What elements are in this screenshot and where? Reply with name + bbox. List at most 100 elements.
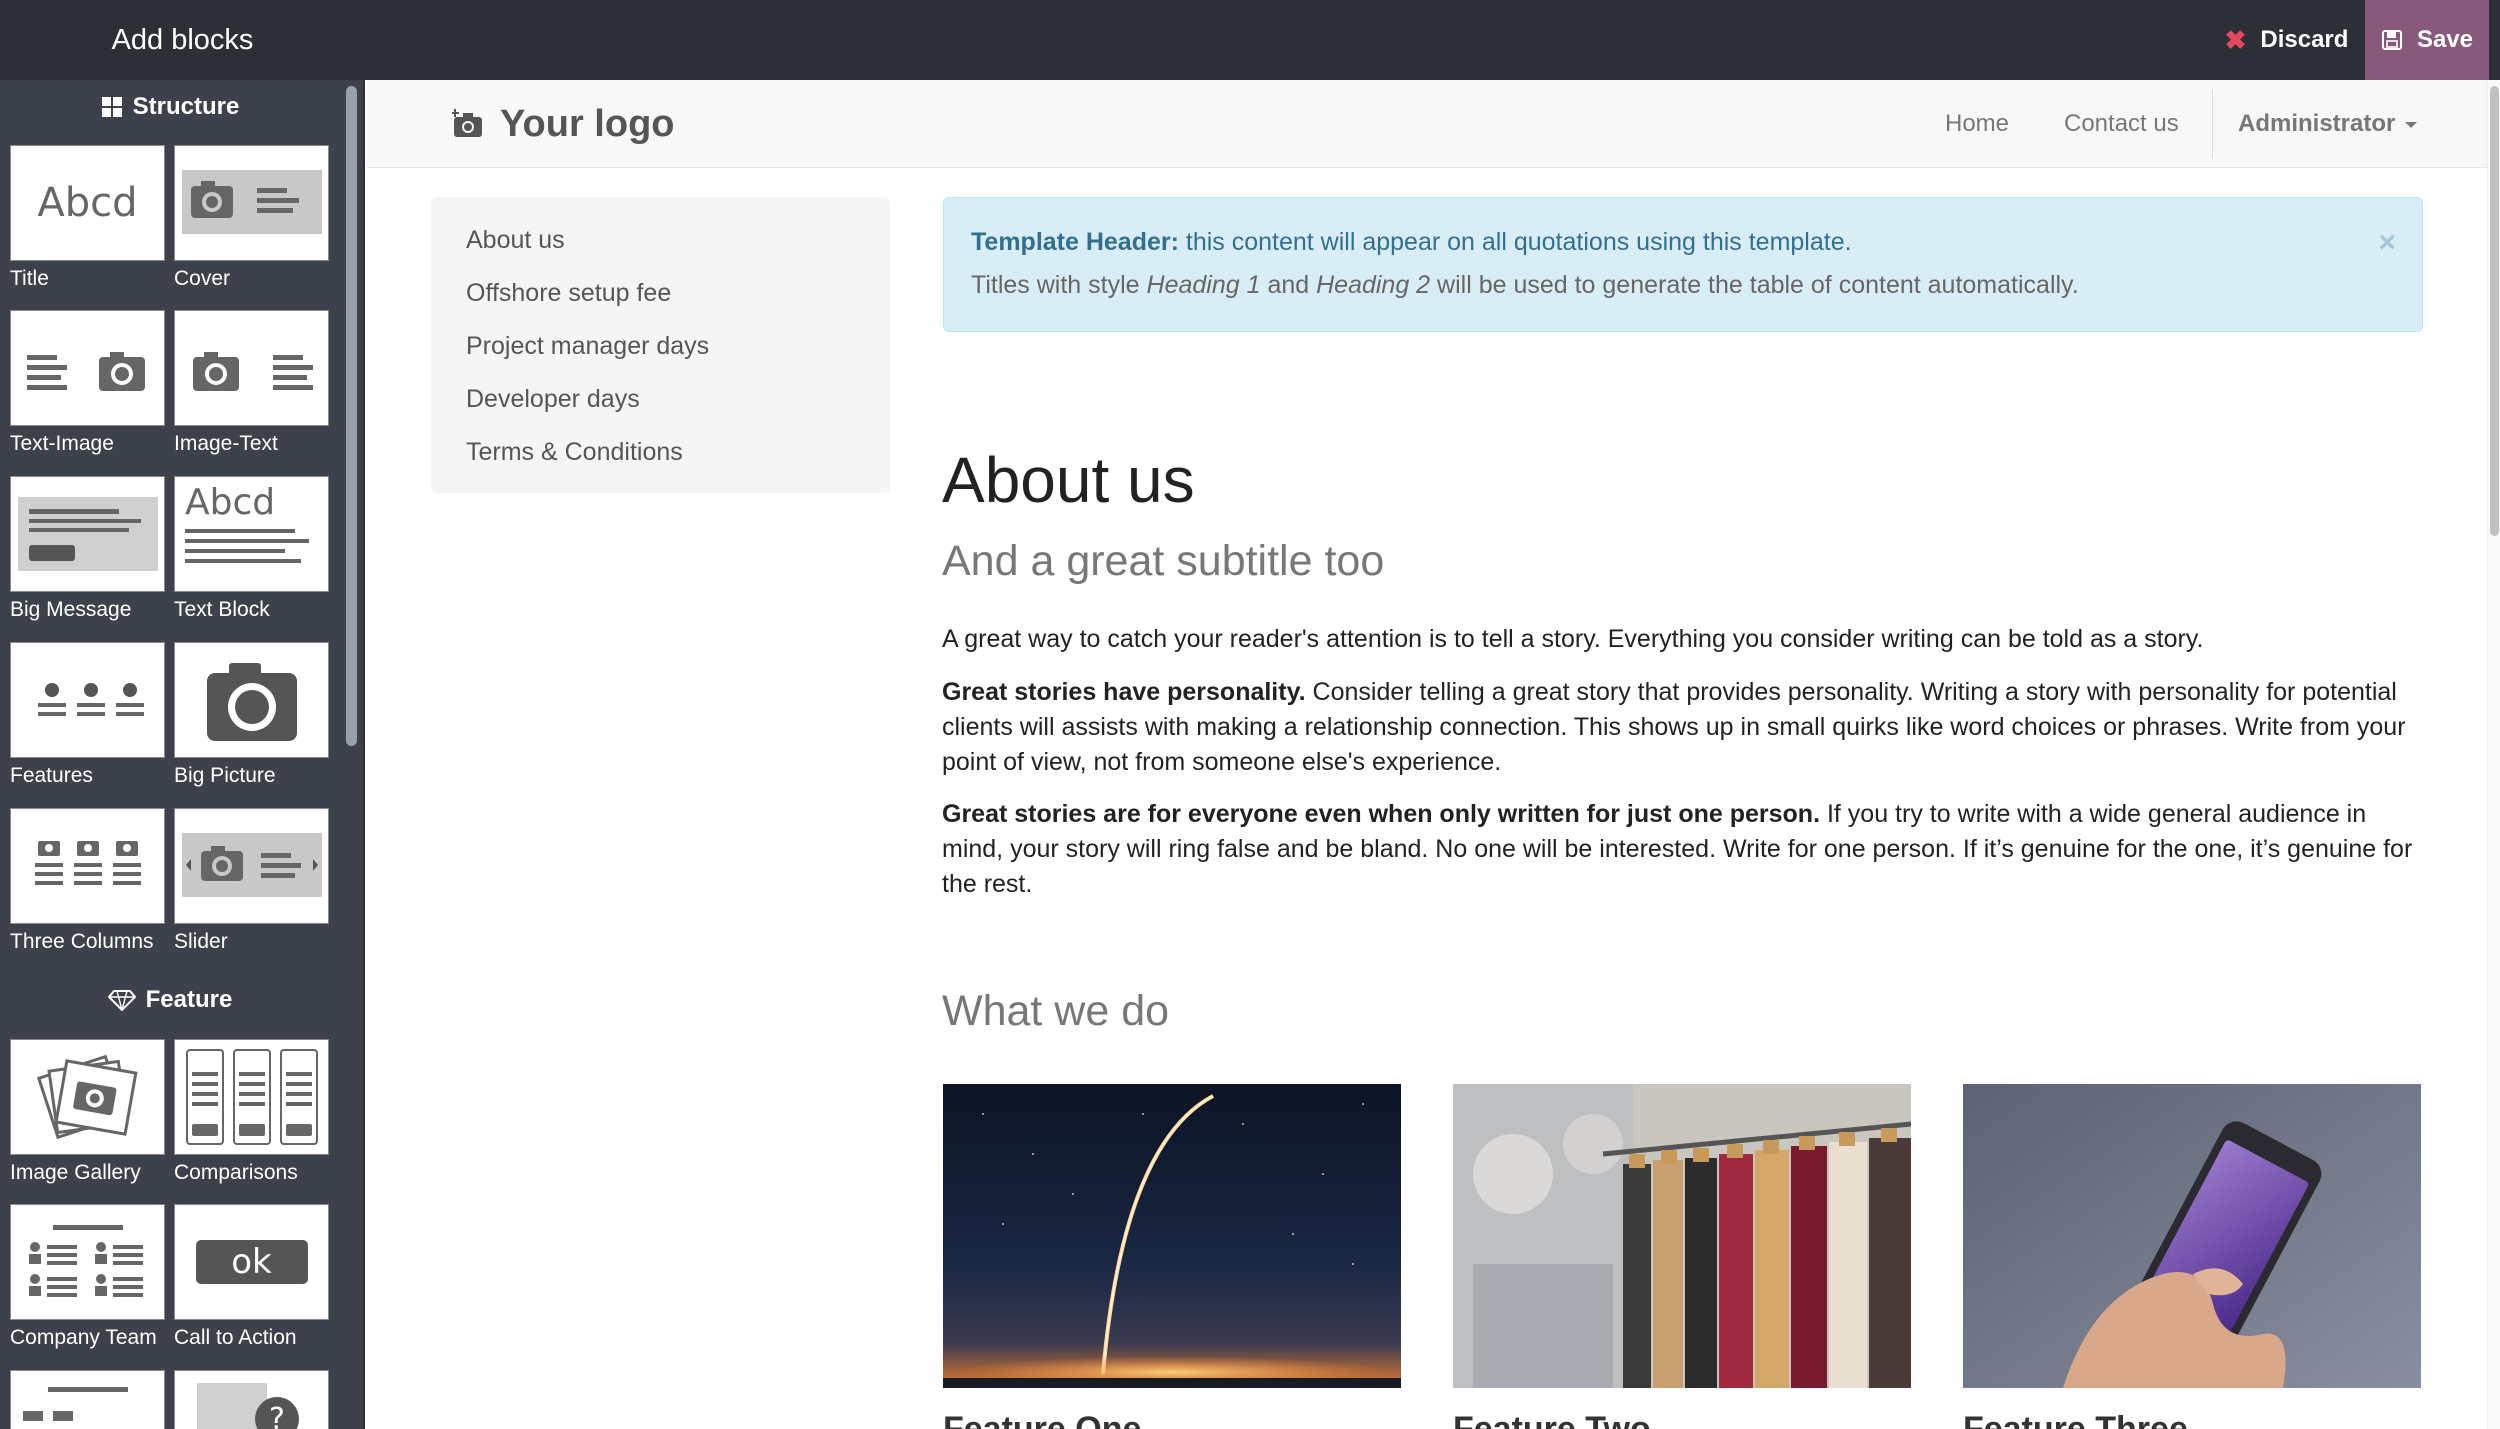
block-comparisons[interactable]: Comparisons bbox=[174, 1039, 329, 1185]
feature-one-title[interactable]: Feature One bbox=[943, 1410, 1401, 1429]
section-structure-title: Structure bbox=[132, 93, 240, 120]
block-slider[interactable]: Slider bbox=[174, 808, 329, 954]
nav-link-home[interactable]: Home bbox=[1945, 80, 2009, 168]
table-of-contents: About us Offshore setup fee Project mana… bbox=[431, 197, 890, 493]
toc-item-developer-days[interactable]: Developer days bbox=[431, 378, 890, 431]
three-columns-thumb bbox=[10, 808, 165, 924]
block-image-gallery[interactable]: Image Gallery bbox=[10, 1039, 165, 1185]
block-label: Three Columns bbox=[10, 930, 154, 953]
block-label: Features bbox=[10, 764, 93, 787]
title-thumb: Abcd bbox=[10, 145, 165, 261]
image-text-thumb bbox=[174, 310, 329, 426]
feature-card-three: Feature Three bbox=[1963, 1084, 2421, 1429]
alert-heading1: Heading 1 bbox=[1146, 271, 1261, 299]
what-we-do-heading[interactable]: What we do bbox=[942, 984, 2424, 1038]
block-features[interactable]: Features bbox=[10, 642, 165, 788]
block-label: Comparisons bbox=[174, 1161, 298, 1184]
slider-thumb bbox=[174, 808, 329, 924]
feature-three-title[interactable]: Feature Three bbox=[1963, 1410, 2421, 1429]
call-to-action-thumb: ok bbox=[174, 1204, 329, 1320]
page-scrollbar[interactable] bbox=[2487, 80, 2500, 1429]
website-navbar: Your logo Home Contact us Administrator bbox=[367, 80, 2487, 168]
block-partial-2[interactable]: ? bbox=[174, 1370, 329, 1429]
page-scroll-thumb[interactable] bbox=[2490, 86, 2499, 536]
paragraph-3-bold: Great stories are for everyone even when… bbox=[942, 800, 1821, 828]
toc-item-about-us[interactable]: About us bbox=[431, 219, 890, 272]
about-us-subtitle[interactable]: And a great subtitle too bbox=[942, 534, 2424, 588]
save-button[interactable]: Save bbox=[2365, 0, 2489, 80]
partial-thumb-1 bbox=[10, 1370, 165, 1429]
alert-line2-a: Titles with style bbox=[971, 271, 1147, 299]
block-text-image[interactable]: Text-Image bbox=[10, 310, 165, 456]
site-logo[interactable]: Your logo bbox=[452, 100, 675, 148]
block-label: Text Block bbox=[174, 598, 270, 621]
about-us-heading[interactable]: About us bbox=[942, 440, 2424, 520]
section-structure-header: Structure bbox=[0, 85, 340, 129]
section-feature-header: Feature bbox=[0, 978, 340, 1022]
paragraph-2[interactable]: Great stories have personality. Consider… bbox=[942, 675, 2424, 780]
text-block-thumb-text: Abcd bbox=[185, 482, 276, 523]
nav-divider bbox=[2212, 90, 2213, 158]
alert-line2-b: and bbox=[1260, 271, 1317, 299]
toc-item-project-manager-days[interactable]: Project manager days bbox=[431, 325, 890, 378]
alert-message: this content will appear on all quotatio… bbox=[1178, 228, 1852, 256]
block-label: Text-Image bbox=[10, 432, 114, 455]
block-label: Image Gallery bbox=[10, 1161, 141, 1184]
alert-line-1: Template Header: this content will appea… bbox=[971, 228, 1852, 257]
nav-link-contact[interactable]: Contact us bbox=[2064, 80, 2179, 168]
block-big-picture[interactable]: Big Picture bbox=[174, 642, 329, 788]
block-big-message[interactable]: Big Message bbox=[10, 476, 165, 622]
paragraph-3[interactable]: Great stories are for everyone even when… bbox=[942, 797, 2424, 902]
ok-button-graphic: ok bbox=[195, 1240, 308, 1284]
editor-topbar: Add blocks ✖ Discard Save bbox=[0, 0, 2500, 80]
feature-two-title[interactable]: Feature Two bbox=[1453, 1410, 1911, 1429]
block-label: Call to Action bbox=[174, 1326, 297, 1349]
user-menu-label: Administrator bbox=[2238, 110, 2396, 137]
smartphone-hand-photo[interactable] bbox=[1963, 1084, 2421, 1388]
caret-down-icon bbox=[2405, 122, 2418, 128]
alert-close-button[interactable]: × bbox=[2378, 226, 2396, 260]
template-header-alert: Template Header: this content will appea… bbox=[943, 197, 2423, 332]
paragraph-1[interactable]: A great way to catch your reader's atten… bbox=[942, 622, 2424, 657]
main-content: About us And a great subtitle too A grea… bbox=[942, 440, 2424, 1038]
comparisons-thumb bbox=[174, 1039, 329, 1155]
block-three-columns[interactable]: Three Columns bbox=[10, 808, 165, 954]
block-image-text[interactable]: Image-Text bbox=[174, 310, 329, 456]
alert-line2-c: will be used to generate the table of co… bbox=[1430, 271, 2079, 299]
features-thumb bbox=[10, 642, 165, 758]
text-block-thumb: Abcd bbox=[174, 476, 329, 592]
user-menu[interactable]: Administrator bbox=[2238, 80, 2418, 168]
title-thumb-text: Abcd bbox=[37, 180, 138, 226]
camera-plus-icon bbox=[452, 109, 482, 137]
block-partial-1[interactable] bbox=[10, 1370, 165, 1429]
toc-item-terms-conditions[interactable]: Terms & Conditions bbox=[431, 431, 890, 484]
grid-icon bbox=[101, 97, 122, 117]
alert-heading2: Heading 2 bbox=[1316, 271, 1431, 299]
block-call-to-action[interactable]: ok Call to Action bbox=[174, 1204, 329, 1350]
diamond-icon bbox=[107, 990, 136, 1011]
block-text-block[interactable]: Abcd Text Block bbox=[174, 476, 329, 622]
alert-line-2: Titles with style Heading 1 and Heading … bbox=[971, 271, 2079, 300]
partial-thumb-2: ? bbox=[174, 1370, 329, 1429]
block-label: Big Picture bbox=[174, 764, 276, 787]
block-company-team[interactable]: Company Team bbox=[10, 1204, 165, 1350]
clothing-rack-photo[interactable] bbox=[1453, 1084, 1911, 1388]
big-picture-thumb bbox=[174, 642, 329, 758]
snippets-sidebar: Structure Abcd Title Cover Text-Image Im… bbox=[0, 80, 365, 1429]
block-label: Slider bbox=[174, 930, 228, 953]
section-feature-title: Feature bbox=[145, 986, 233, 1013]
block-cover[interactable]: Cover bbox=[174, 145, 329, 291]
feature-card-two: Feature Two bbox=[1453, 1084, 1911, 1429]
text-image-thumb bbox=[10, 310, 165, 426]
paragraph-2-bold: Great stories have personality. bbox=[942, 678, 1306, 706]
toc-item-offshore-setup-fee[interactable]: Offshore setup fee bbox=[431, 272, 890, 325]
discard-button[interactable]: ✖ Discard bbox=[2208, 0, 2365, 80]
svg-text:?: ? bbox=[269, 1402, 285, 1429]
add-blocks-title: Add blocks bbox=[111, 23, 254, 56]
ok-text: ok bbox=[231, 1242, 272, 1282]
rocket-launch-photo[interactable] bbox=[943, 1084, 1401, 1388]
block-title[interactable]: Abcd Title bbox=[10, 145, 165, 291]
logo-text: Your logo bbox=[500, 102, 675, 145]
sidebar-scroll-thumb[interactable] bbox=[346, 86, 357, 746]
company-team-thumb bbox=[10, 1204, 165, 1320]
